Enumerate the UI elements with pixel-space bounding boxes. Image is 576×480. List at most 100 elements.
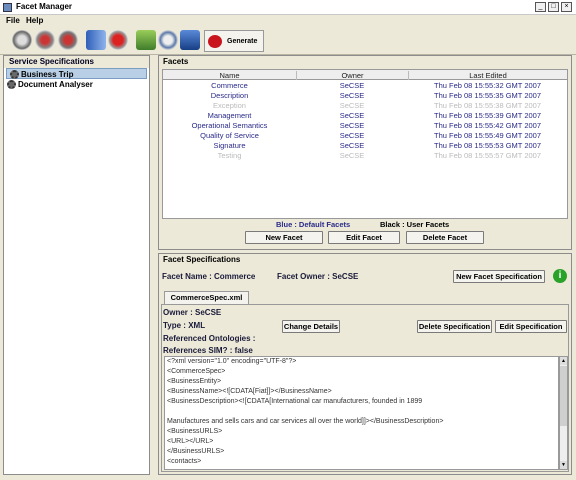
cell-edited: Thu Feb 08 15:55:39 GMT 2007: [433, 111, 541, 120]
column-last-edited[interactable]: Last Edited: [408, 71, 567, 80]
xml-line: <URL></URL>: [167, 438, 214, 445]
xml-content[interactable]: <?xml version="1.0" encoding="UTF-8"?> <C…: [164, 356, 559, 470]
facets-table: Name Owner Last Edited Commerce SeCSE Thu …: [162, 69, 568, 219]
spec-type: Type : XML: [163, 321, 206, 330]
title-bar: Facet Manager _ □ ×: [0, 0, 576, 15]
gear-icon[interactable]: [12, 30, 32, 50]
xml-line: <contacts>: [167, 458, 202, 465]
window-title: Facet Manager: [16, 2, 73, 11]
book-icon[interactable]: [180, 30, 200, 50]
cell-edited: Thu Feb 08 15:55:49 GMT 2007: [433, 131, 541, 140]
generate-button[interactable]: Generate: [204, 30, 264, 52]
spec-ontologies: Referenced Ontologies :: [163, 334, 256, 343]
cell-owner: SeCSE: [339, 91, 365, 100]
new-facet-specification-button[interactable]: New Facet Specification: [453, 270, 545, 283]
facets-panel: Facets Name Owner Last Edited Commerce Se…: [158, 55, 572, 250]
cell-owner: SeCSE: [339, 151, 365, 160]
tree-item-document-analyser[interactable]: Document Analyser: [4, 79, 149, 90]
table-row[interactable]: Signature SeCSE Thu Feb 08 15:55:53 GMT 20…: [163, 141, 567, 151]
help-icon[interactable]: i: [553, 269, 567, 283]
gear-icon: [10, 70, 19, 79]
gear-icon: [7, 80, 16, 89]
legend-user: Black : User Facets: [380, 220, 450, 229]
menu-file[interactable]: File: [6, 16, 20, 25]
column-owner[interactable]: Owner: [296, 71, 408, 80]
table-row[interactable]: Description SeCSE Thu Feb 08 15:55:35 GMT …: [163, 91, 567, 101]
cell-name: Testing: [217, 151, 242, 160]
legend-default: Blue : Default Facets: [276, 220, 351, 229]
panel-header: Service Specifications: [4, 56, 149, 68]
cell-edited: Thu Feb 08 15:55:57 GMT 2007: [433, 151, 541, 160]
cell-edited: Thu Feb 08 15:55:35 GMT 2007: [433, 91, 541, 100]
close-button[interactable]: ×: [561, 2, 572, 12]
menu-help[interactable]: Help: [26, 16, 43, 25]
service-specifications-panel: Service Specifications Business Trip Doc…: [3, 55, 150, 475]
facet-name-label: Facet Name : Commerce: [162, 272, 256, 281]
cell-edited: Thu Feb 08 15:55:32 GMT 2007: [433, 81, 541, 90]
specs-header: Facet Specifications: [163, 255, 241, 264]
edit-facet-button[interactable]: Edit Facet: [328, 231, 400, 244]
xml-line: <BusinessName><![CDATA[Fiat]]></Business…: [167, 388, 332, 395]
cell-owner: SeCSE: [339, 101, 365, 110]
table-row[interactable]: Exception SeCSE Thu Feb 08 15:55:38 GMT 20…: [163, 101, 567, 111]
facets-header: Facets: [163, 57, 189, 66]
minimize-button[interactable]: _: [535, 2, 546, 12]
menu-bar: File Help: [0, 15, 576, 27]
spec-tab-pane: Owner : SeCSE Type : XML Referenced Onto…: [161, 304, 569, 472]
facet-specifications-panel: Facet Specifications Facet Name : Commer…: [158, 253, 572, 475]
table-row[interactable]: Commerce SeCSE Thu Feb 08 15:55:32 GMT 200…: [163, 81, 567, 91]
cell-name: Commerce: [211, 81, 248, 90]
cell-edited: Thu Feb 08 15:55:42 GMT 2007: [433, 121, 541, 130]
toolbar: [0, 27, 576, 55]
vertical-scrollbar[interactable]: ▲ ▼: [559, 356, 568, 470]
table-header: Name Owner Last Edited: [163, 70, 567, 80]
table-row[interactable]: Operational Semantics SeCSE Thu Feb 08 15:…: [163, 121, 567, 131]
cell-owner: SeCSE: [339, 131, 365, 140]
spec-sim: References SIM? : false: [163, 346, 253, 355]
cell-owner: SeCSE: [339, 111, 365, 120]
search-icon[interactable]: [158, 30, 178, 50]
tab-commercespec-xml[interactable]: CommerceSpec.xml: [164, 291, 249, 304]
cell-name: Quality of Service: [200, 131, 259, 140]
edit-specification-button[interactable]: Edit Specification: [495, 320, 567, 333]
xml-line: Manufactures and sells cars and car serv…: [167, 418, 444, 425]
cell-name: Management: [207, 111, 252, 120]
tool-icon[interactable]: [35, 30, 55, 50]
tool2-icon[interactable]: [58, 30, 78, 50]
cell-name: Description: [210, 91, 249, 100]
table-row[interactable]: Management SeCSE Thu Feb 08 15:55:39 GMT 2…: [163, 111, 567, 121]
generate-icon: [208, 35, 222, 48]
table-row[interactable]: Testing SeCSE Thu Feb 08 15:55:57 GMT 2007: [163, 151, 567, 161]
new-facet-button[interactable]: New Facet: [245, 231, 323, 244]
cell-name: Operational Semantics: [191, 121, 268, 130]
arrow-right-icon[interactable]: [86, 30, 106, 50]
xml-line: </BusinessURLS>: [167, 448, 225, 455]
print-icon[interactable]: [136, 30, 156, 50]
cell-owner: SeCSE: [339, 81, 365, 90]
tree-item-business-trip[interactable]: Business Trip: [6, 68, 147, 79]
app-icon: [3, 3, 12, 12]
column-name[interactable]: Name: [163, 71, 296, 80]
delete-facet-button[interactable]: Delete Facet: [406, 231, 484, 244]
xml-line: [165, 407, 558, 417]
cell-edited: Thu Feb 08 15:55:38 GMT 2007: [433, 101, 541, 110]
cell-edited: Thu Feb 08 15:55:53 GMT 2007: [433, 141, 541, 150]
cell-name: Signature: [213, 141, 246, 150]
xml-line: <?xml version="1.0" encoding="UTF-8"?>: [167, 358, 297, 365]
cell-owner: SeCSE: [339, 121, 365, 130]
xml-line: <BusinessDescription><![CDATA[Internatio…: [167, 398, 423, 405]
change-details-button[interactable]: Change Details: [282, 320, 340, 333]
scroll-up-icon[interactable]: ▲: [560, 357, 567, 365]
table-row[interactable]: Quality of Service SeCSE Thu Feb 08 15:55:…: [163, 131, 567, 141]
maximize-button[interactable]: □: [548, 2, 559, 12]
cell-owner: SeCSE: [339, 141, 365, 150]
spec-owner: Owner : SeCSE: [163, 308, 222, 317]
facet-owner-label: Facet Owner : SeCSE: [277, 272, 359, 281]
xml-line: <BusinessEntity>: [167, 378, 222, 385]
scroll-down-icon[interactable]: ▼: [560, 461, 567, 469]
xml-line: <BusinessURLS>: [167, 428, 223, 435]
arrow-left-icon[interactable]: [108, 30, 128, 50]
delete-specification-button[interactable]: Delete Specification: [417, 320, 492, 333]
scroll-thumb[interactable]: [560, 366, 567, 426]
xml-line: <CommerceSpec>: [167, 368, 226, 375]
